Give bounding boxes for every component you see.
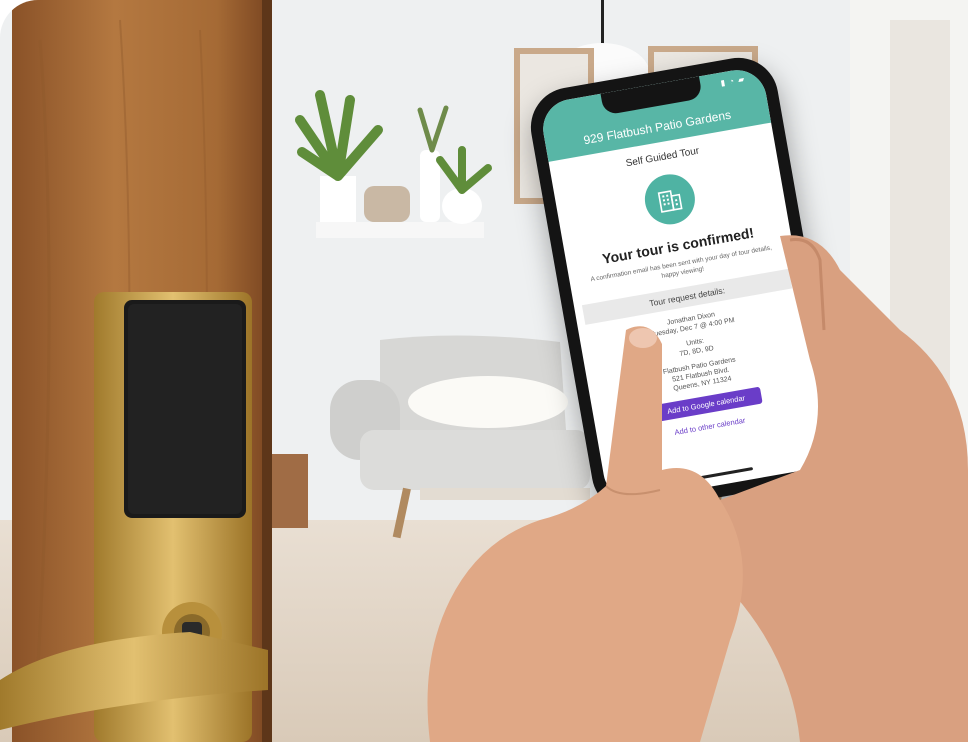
home-indicator <box>683 467 754 483</box>
app-header-title: 929 Flatbush Patio Gardens <box>582 107 733 148</box>
wall-shelf <box>316 222 484 238</box>
photo-scene: ▮ ◔ ▰ 929 Flatbush Patio Gardens Self Gu… <box>0 0 968 742</box>
building-icon <box>640 170 699 229</box>
